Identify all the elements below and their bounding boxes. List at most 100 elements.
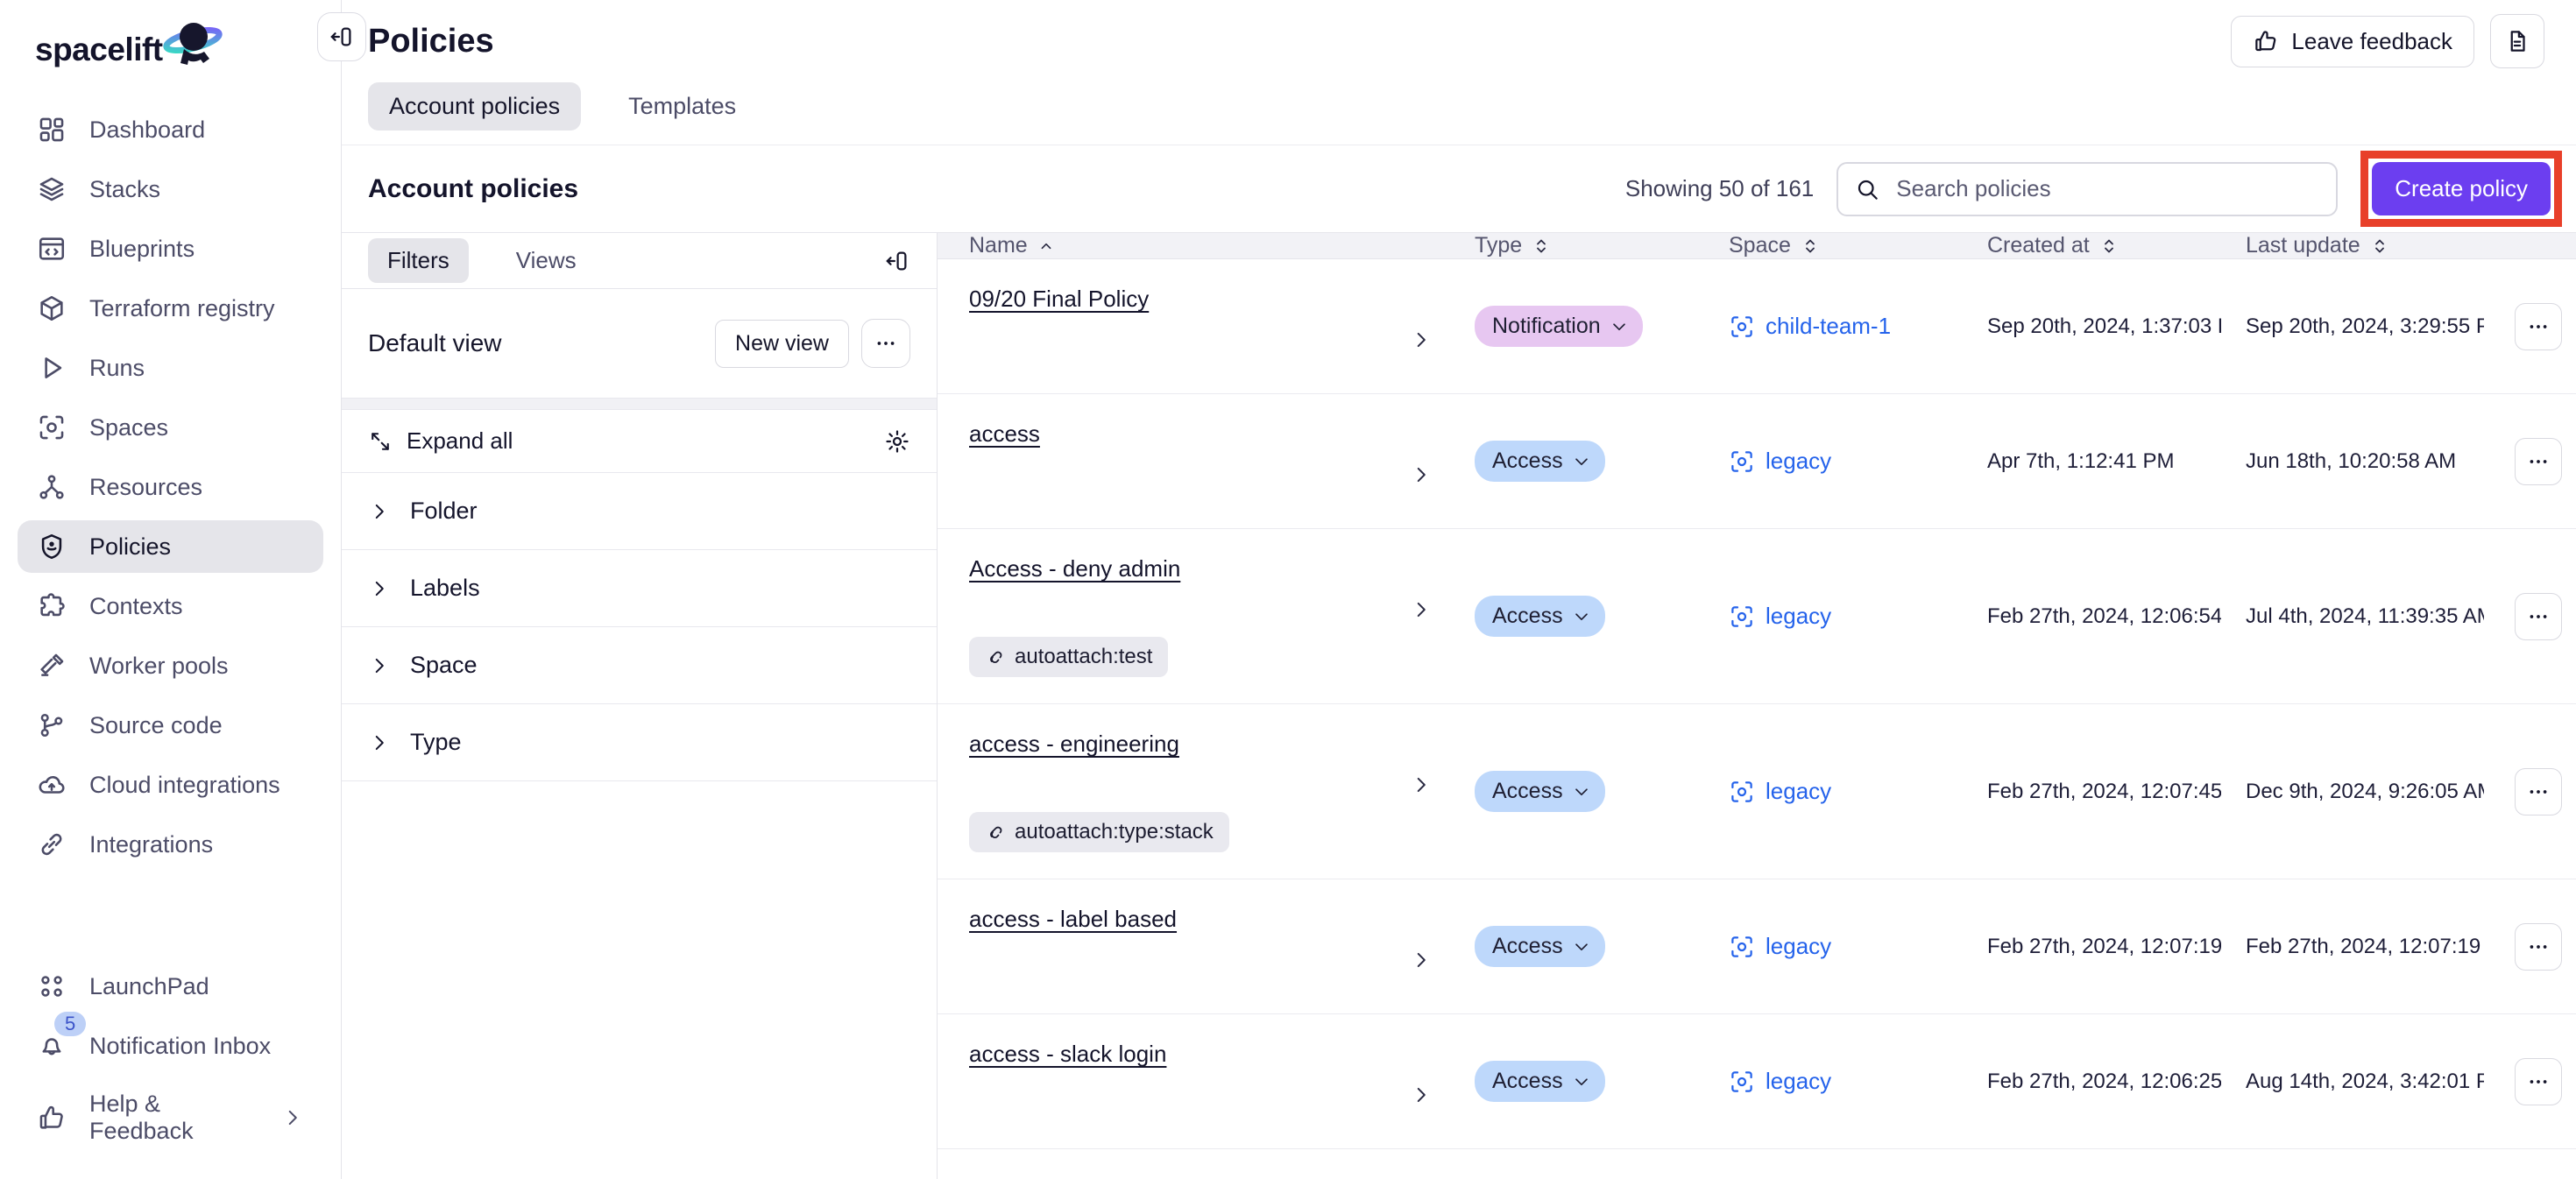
- leave-feedback-button[interactable]: Leave feedback: [2231, 16, 2474, 67]
- space-icon: [1729, 779, 1755, 805]
- row-menu-button[interactable]: [2515, 923, 2562, 971]
- created-at: Feb 27th, 2024, 12:06:54 ...: [1963, 604, 2221, 629]
- sidebar-item-source-code[interactable]: Source code: [18, 699, 323, 752]
- expand-all-label[interactable]: Expand all: [407, 427, 513, 455]
- sidebar-item-resources[interactable]: Resources: [18, 461, 323, 513]
- sidebar-item-stacks[interactable]: Stacks: [18, 163, 323, 215]
- worker-pools-icon: [37, 651, 67, 681]
- last-update: Sep 20th, 2024, 3:29:55 P...: [2221, 314, 2484, 339]
- tab-templates[interactable]: Templates: [607, 82, 757, 131]
- policy-name-link[interactable]: access - slack login: [969, 1041, 1166, 1068]
- sidebar-item-terraform-registry[interactable]: Terraform registry: [18, 282, 323, 335]
- column-header-name[interactable]: Name: [938, 233, 1450, 258]
- sidebar-item-runs[interactable]: Runs: [18, 342, 323, 394]
- gear-icon[interactable]: [884, 428, 910, 455]
- cloud-integrations-icon: [37, 770, 67, 800]
- column-header-type[interactable]: Type: [1450, 233, 1704, 258]
- space-link[interactable]: legacy: [1766, 1068, 1831, 1095]
- expand-all-icon[interactable]: [368, 429, 393, 454]
- expand-description-icon[interactable]: [1410, 598, 1433, 621]
- collapse-panel-icon: [329, 24, 355, 50]
- column-header-last-update[interactable]: Last update: [2221, 233, 2484, 258]
- filter-section-folder[interactable]: Folder: [342, 473, 937, 550]
- sidebar-item-launchpad[interactable]: LaunchPad: [18, 960, 323, 1013]
- dots-icon: [2527, 315, 2550, 338]
- expand-description-icon[interactable]: [1410, 1084, 1433, 1106]
- policy-name-link[interactable]: Access - deny admin: [969, 555, 1180, 582]
- tab-account-policies[interactable]: Account policies: [368, 82, 581, 131]
- expand-description-icon[interactable]: [1410, 949, 1433, 971]
- new-view-button[interactable]: New view: [715, 320, 849, 368]
- dots-icon: [2527, 1070, 2550, 1093]
- row-menu-button[interactable]: [2515, 1058, 2562, 1105]
- column-header-space[interactable]: Space: [1704, 233, 1963, 258]
- spacelift-logo[interactable]: spacelift: [0, 12, 341, 95]
- sidebar-item-dashboard[interactable]: Dashboard: [18, 103, 323, 156]
- search-input[interactable]: [1836, 162, 2338, 216]
- space-link[interactable]: legacy: [1766, 933, 1831, 960]
- filter-section-space[interactable]: Space: [342, 627, 937, 704]
- collapse-sidebar-button[interactable]: [317, 12, 366, 61]
- section-title: Account policies: [368, 174, 578, 204]
- policy-type-badge[interactable]: Access: [1475, 596, 1605, 637]
- sidebar-item-blueprints[interactable]: Blueprints: [18, 222, 323, 275]
- sidebar-item-notification-inbox[interactable]: 5 Notification Inbox: [18, 1020, 323, 1072]
- sidebar-item-help-feedback[interactable]: Help & Feedback: [18, 1079, 323, 1156]
- dots-icon: [2527, 450, 2550, 473]
- collapse-filters-icon[interactable]: [884, 248, 910, 274]
- documentation-button[interactable]: [2490, 14, 2544, 68]
- policy-name-link[interactable]: 09/20 Final Policy: [969, 286, 1149, 313]
- search-icon: [1854, 176, 1880, 202]
- policy-type-badge[interactable]: Access: [1475, 441, 1605, 482]
- tab-views[interactable]: Views: [497, 238, 596, 283]
- view-menu-button[interactable]: [861, 319, 910, 368]
- filter-sections: Folder Labels Space Type: [342, 473, 937, 781]
- row-menu-button[interactable]: [2515, 438, 2562, 485]
- policy-type-badge[interactable]: Access: [1475, 771, 1605, 812]
- autoattach-icon: [985, 646, 1006, 667]
- sidebar-item-integrations[interactable]: Integrations: [18, 818, 323, 871]
- main-content: Policies Leave feedback Account policies…: [342, 0, 2576, 1179]
- sort-icon: [2098, 236, 2120, 257]
- policy-name-link[interactable]: access - engineering: [969, 731, 1179, 758]
- space-link[interactable]: legacy: [1766, 448, 1831, 475]
- integrations-icon: [37, 830, 67, 859]
- create-policy-button[interactable]: Create policy: [2372, 162, 2551, 215]
- panel-separator: [342, 398, 937, 410]
- table-row: Access - deny admin autoattach:test Acce…: [938, 529, 2576, 704]
- table-body: 09/20 Final Policy Notification child-te…: [938, 259, 2576, 1179]
- launchpad-icon: [37, 971, 67, 1001]
- sidebar-item-contexts[interactable]: Contexts: [18, 580, 323, 632]
- sidebar-item-cloud-integrations[interactable]: Cloud integrations: [18, 759, 323, 811]
- table-row: access Access legacy Apr 7th, 1:12:41 PM…: [938, 394, 2576, 529]
- policy-name-link[interactable]: access - label based: [969, 906, 1177, 933]
- space-link[interactable]: legacy: [1766, 778, 1831, 805]
- filter-section-type[interactable]: Type: [342, 704, 937, 781]
- created-at: Apr 7th, 1:12:41 PM: [1963, 449, 2221, 474]
- policy-name-link[interactable]: access - who when where: [969, 1175, 1231, 1179]
- policy-type-badge[interactable]: Notification: [1475, 306, 1643, 347]
- sidebar-item-policies[interactable]: Policies: [18, 520, 323, 573]
- runs-icon: [37, 353, 67, 383]
- dots-icon: [2527, 935, 2550, 958]
- policy-type-badge[interactable]: Access: [1475, 1061, 1605, 1102]
- row-menu-button[interactable]: [2515, 593, 2562, 640]
- filter-section-labels[interactable]: Labels: [342, 550, 937, 627]
- terraform-registry-icon: [37, 293, 67, 323]
- policy-type-badge[interactable]: Access: [1475, 926, 1605, 967]
- chevron-down-icon: [1572, 1072, 1591, 1091]
- expand-description-icon[interactable]: [1410, 463, 1433, 486]
- space-link[interactable]: legacy: [1766, 603, 1831, 630]
- expand-description-icon[interactable]: [1410, 773, 1433, 796]
- sort-icon: [1800, 236, 1821, 257]
- expand-description-icon[interactable]: [1410, 328, 1433, 351]
- column-header-created-at[interactable]: Created at: [1963, 233, 2221, 258]
- sidebar-item-spaces[interactable]: Spaces: [18, 401, 323, 454]
- created-at: Sep 20th, 2024, 1:37:03 PM: [1963, 314, 2221, 339]
- row-menu-button[interactable]: [2515, 303, 2562, 350]
- sidebar-item-worker-pools[interactable]: Worker pools: [18, 639, 323, 692]
- tab-filters[interactable]: Filters: [368, 238, 469, 283]
- space-link[interactable]: child-team-1: [1766, 313, 1891, 340]
- row-menu-button[interactable]: [2515, 768, 2562, 815]
- policy-name-link[interactable]: access: [969, 420, 1040, 448]
